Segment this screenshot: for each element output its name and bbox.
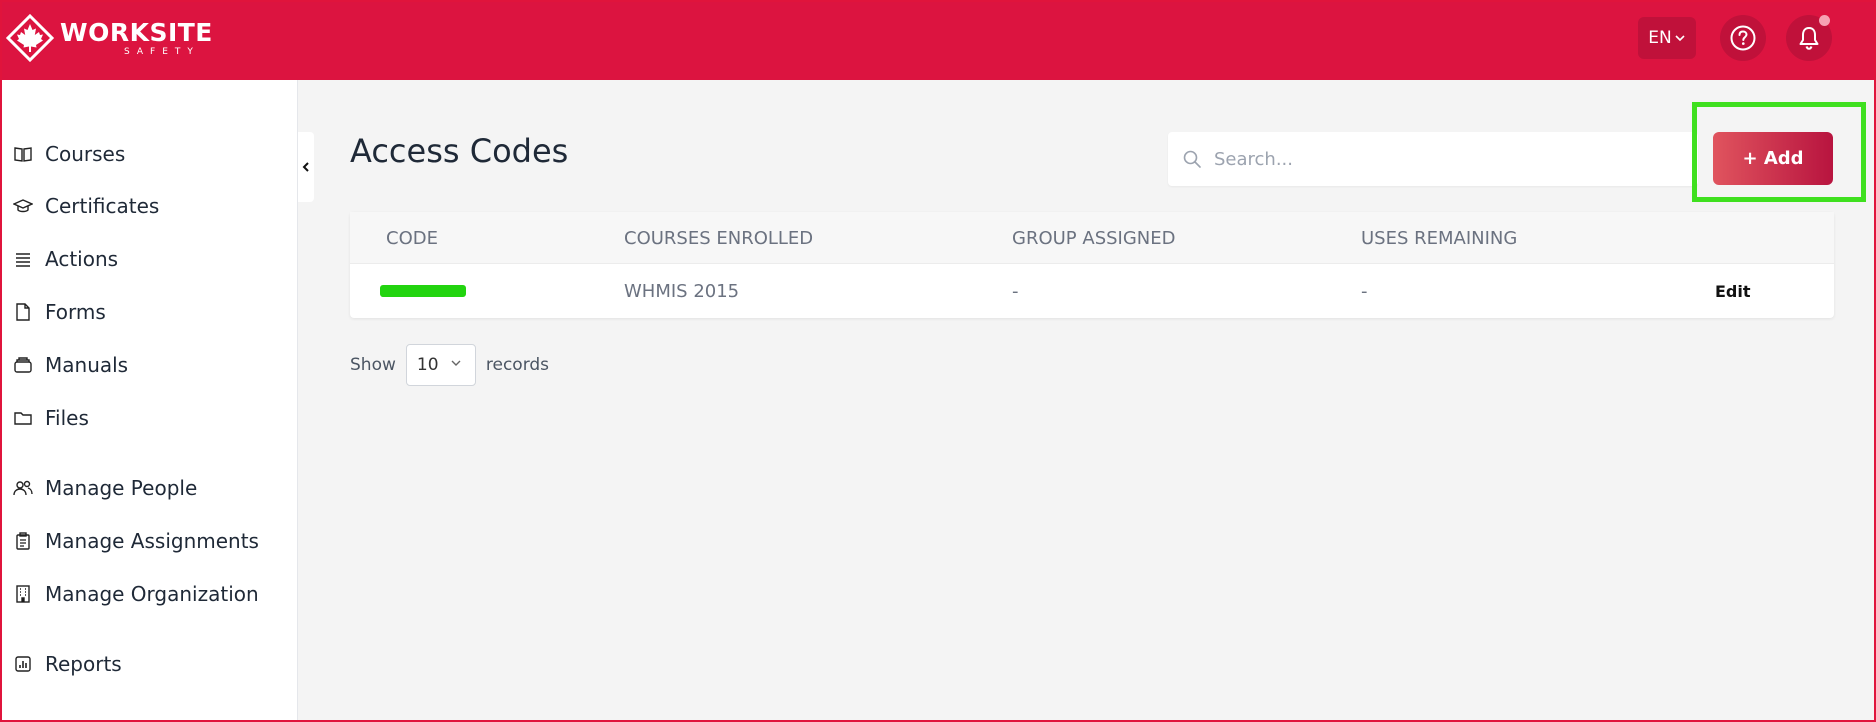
question-circle-icon (1730, 25, 1756, 51)
records-label: records (485, 355, 550, 375)
page-size-control: Show 10 records (350, 344, 549, 386)
show-label: Show (350, 355, 396, 375)
cell-uses-remaining: - (1361, 280, 1368, 302)
edit-link-cell: Edit (1715, 264, 1751, 318)
edit-link[interactable]: Edit (1715, 282, 1751, 301)
search-icon (1183, 150, 1201, 168)
table-header: CODE COURSES ENROLLED GROUP ASSIGNED USE… (350, 212, 1834, 264)
language-label: EN (1648, 28, 1672, 48)
brand-tagline: SAFETY (124, 46, 200, 57)
column-header-code[interactable]: CODE (386, 212, 438, 264)
column-header-courses-enrolled[interactable]: COURSES ENROLLED (624, 212, 813, 264)
page-size-value: 10 (416, 355, 439, 375)
sidebar-item-label: Actions (45, 247, 119, 271)
language-selector[interactable]: EN (1638, 17, 1696, 59)
book-open-icon (12, 143, 34, 165)
brand-logo[interactable]: WORKSITE SAFETY (6, 14, 213, 62)
chart-icon (12, 653, 34, 675)
column-header-group-assigned[interactable]: GROUP ASSIGNED (1012, 212, 1176, 264)
sidebar: Courses Certificates Actions Forms Manua… (0, 80, 298, 722)
sidebar-item-reports[interactable]: Reports (12, 644, 122, 684)
graduation-cap-icon (12, 195, 34, 217)
cell-group-assigned: - (1012, 280, 1019, 302)
sidebar-item-label: Certificates (45, 194, 160, 218)
sidebar-item-manage-people[interactable]: Manage People (12, 468, 197, 508)
bell-icon (1799, 27, 1819, 50)
sidebar-item-label: Reports (45, 652, 122, 676)
list-icon (12, 248, 34, 270)
sidebar-item-certificates[interactable]: Certificates (12, 186, 159, 226)
cell-code (380, 264, 466, 318)
sidebar-item-manage-assignments[interactable]: Manage Assignments (12, 521, 259, 561)
search-bar[interactable] (1168, 132, 1698, 186)
notifications-button[interactable] (1786, 15, 1832, 61)
layers-icon (12, 354, 34, 376)
folder-icon (12, 407, 34, 429)
cell-courses-enrolled: WHMIS 2015 (624, 280, 740, 302)
search-input[interactable] (1214, 148, 1674, 170)
page-size-select[interactable]: 10 (405, 344, 476, 386)
sidebar-collapse-toggle[interactable] (298, 132, 314, 202)
sidebar-item-label: Manage Assignments (45, 529, 259, 553)
sidebar-item-label: Files (45, 406, 89, 430)
table-row: WHMIS 2015 - - Edit (350, 264, 1834, 318)
file-icon (12, 301, 34, 323)
chevron-down-icon (1675, 35, 1685, 42)
sidebar-item-label: Forms (45, 300, 106, 324)
help-button[interactable] (1720, 15, 1766, 61)
access-codes-table: CODE COURSES ENROLLED GROUP ASSIGNED USE… (350, 212, 1834, 318)
column-header-uses-remaining[interactable]: USES REMAINING (1361, 212, 1517, 264)
sidebar-item-label: Manuals (45, 353, 129, 377)
sidebar-item-files[interactable]: Files (12, 398, 89, 438)
sidebar-item-manage-organization[interactable]: Manage Organization (12, 574, 259, 614)
brand-wordmark: WORKSITE SAFETY (60, 20, 213, 57)
sidebar-item-manuals[interactable]: Manuals (12, 345, 128, 385)
chevron-down-icon (451, 360, 461, 366)
clipboard-icon (12, 530, 34, 552)
sidebar-item-actions[interactable]: Actions (12, 239, 118, 279)
top-header: WORKSITE SAFETY EN (0, 0, 1876, 80)
sidebar-item-label: Courses (45, 142, 126, 166)
notification-dot (1819, 15, 1830, 26)
redacted-code (380, 285, 466, 297)
sidebar-item-forms[interactable]: Forms (12, 292, 106, 332)
users-icon (12, 477, 34, 499)
add-access-code-button[interactable]: + Add (1713, 132, 1833, 185)
brand-name: WORKSITE (60, 17, 213, 47)
sidebar-item-label: Manage Organization (45, 582, 259, 606)
sidebar-item-courses[interactable]: Courses (12, 134, 125, 174)
sidebar-item-label: Manage People (45, 476, 198, 500)
page-title: Access Codes (350, 132, 569, 170)
building-icon (12, 583, 34, 605)
maple-leaf-logo-icon (6, 14, 54, 62)
chevron-left-icon (302, 162, 309, 172)
